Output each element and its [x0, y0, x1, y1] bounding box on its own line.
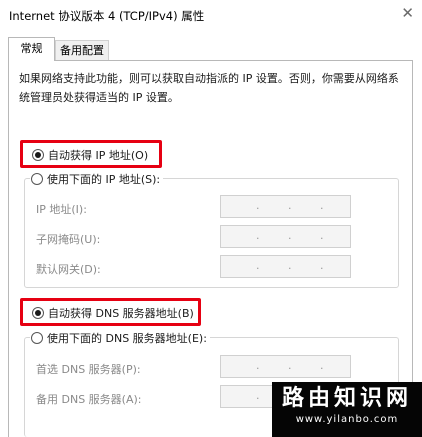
ip-separator: . — [256, 359, 260, 372]
alternate-dns-label: 备用 DNS 服务器(A): — [36, 393, 142, 406]
watermark-brand: 路由知识网 — [281, 386, 412, 411]
ip-separator: . — [288, 199, 292, 212]
preferred-dns-field[interactable]: . . . — [220, 355, 351, 378]
radio-button-icon — [31, 173, 43, 185]
radio-auto-ip-label: 自动获得 IP 地址(O) — [48, 149, 149, 162]
tab-alternate-config[interactable]: 备用配置 — [55, 40, 109, 61]
ip-separator: . — [288, 259, 292, 272]
ip-separator: . — [256, 229, 260, 242]
radio-button-icon — [32, 149, 44, 161]
ip-separator: . — [256, 389, 260, 402]
default-gateway-label: 默认网关(D): — [36, 263, 101, 276]
radio-manual-ip-label: 使用下面的 IP 地址(S): — [47, 173, 161, 186]
ip-address-label: IP 地址(I): — [36, 203, 87, 216]
subnet-mask-field[interactable]: . . . — [220, 225, 351, 248]
ip-separator: . — [288, 359, 292, 372]
close-icon[interactable]: ✕ — [401, 4, 414, 22]
ip-separator: . — [288, 229, 292, 242]
subnet-mask-label: 子网掩码(U): — [36, 233, 101, 246]
radio-auto-dns[interactable]: 自动获得 DNS 服务器地址(B) — [32, 305, 194, 321]
radio-manual-dns[interactable]: 使用下面的 DNS 服务器地址(E): — [30, 330, 210, 346]
ip-separator: . — [256, 199, 260, 212]
title-bar: Internet 协议版本 4 (TCP/IPv4) 属性 ✕ — [0, 0, 422, 30]
ip-separator: . — [320, 229, 324, 242]
ip-separator: . — [256, 259, 260, 272]
ip-separator: . — [320, 359, 324, 372]
radio-button-icon — [32, 307, 44, 319]
radio-button-icon — [31, 332, 43, 344]
radio-manual-dns-label: 使用下面的 DNS 服务器地址(E): — [47, 332, 207, 345]
ip-address-field[interactable]: . . . — [220, 195, 351, 218]
ip-separator: . — [320, 259, 324, 272]
watermark-url: www.yilanbo.com — [295, 414, 399, 425]
radio-manual-ip[interactable]: 使用下面的 IP 地址(S): — [30, 171, 164, 187]
radio-auto-dns-label: 自动获得 DNS 服务器地址(B) — [48, 307, 194, 320]
default-gateway-field[interactable]: . . . — [220, 255, 351, 278]
description-text: 如果网络支持此功能，则可以获取自动指派的 IP 设置。否则，你需要从网络系统管理… — [19, 72, 399, 104]
preferred-dns-label: 首选 DNS 服务器(P): — [36, 363, 141, 376]
window-title: Internet 协议版本 4 (TCP/IPv4) 属性 — [9, 9, 205, 23]
ip-separator: . — [320, 199, 324, 212]
radio-auto-ip[interactable]: 自动获得 IP 地址(O) — [32, 147, 148, 163]
tab-general[interactable]: 常规 — [8, 37, 55, 61]
watermark: 路由知识网 www.yilanbo.com — [272, 382, 422, 437]
